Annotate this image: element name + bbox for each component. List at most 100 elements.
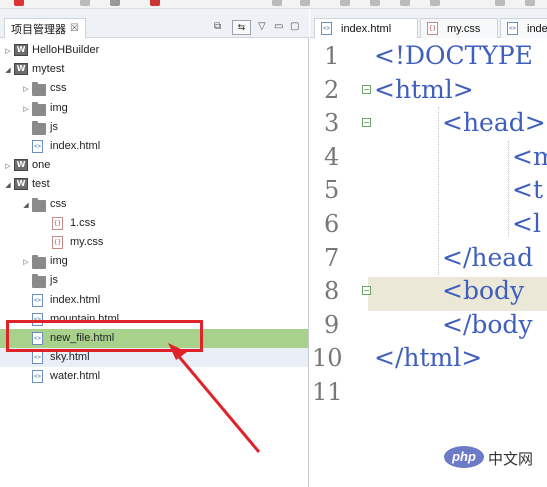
tree-item-label: water.html <box>50 370 101 383</box>
explorer-header: 项目管理器 ☒ ⧉ ⇆ ▽ ▭ ▢ <box>0 9 309 38</box>
tree-item-test[interactable]: ◢ Wtest <box>0 175 308 194</box>
tree-item-label: HelloHBuilder <box>32 44 100 56</box>
indent-icon[interactable] <box>400 0 410 6</box>
font-decrease-icon[interactable] <box>525 0 535 6</box>
tab-project-manager[interactable]: 项目管理器 ☒ <box>4 18 86 38</box>
folder-icon <box>32 274 46 289</box>
tree-item-hellohbuilder[interactable]: ▷ W HelloHBuilder <box>0 41 308 60</box>
folder-icon <box>32 197 46 212</box>
editor-tab-inde[interactable]: <> inde <box>500 18 547 38</box>
project-icon: W <box>14 178 28 191</box>
tree-item-index-html[interactable]: <> index.html <box>0 291 308 310</box>
minimize-icon[interactable]: ▭ <box>274 21 283 32</box>
php-logo: php <box>444 446 484 468</box>
editor-tab-index-html[interactable]: <> index.html <box>314 18 418 38</box>
project-explorer: 项目管理器 ☒ ⧉ ⇆ ▽ ▭ ▢ ▷ W HelloHBuilder ◢ Wmytes… <box>0 9 309 487</box>
tree-item-index-html[interactable]: <> index.html <box>0 137 308 156</box>
tree-item-css[interactable]: ▷ css <box>0 79 308 98</box>
tree-item-img[interactable]: ▷ img <box>0 99 308 118</box>
html-file-icon: <> <box>507 22 518 35</box>
code-area[interactable]: <!DOCTYPE <html> <head> <m <t <l </head <body </… <box>368 39 547 487</box>
main-toolbar <box>0 0 547 9</box>
maximize-icon[interactable]: ▢ <box>290 21 299 32</box>
collapse-arrow-icon[interactable]: ◢ <box>22 201 30 209</box>
font-increase-icon[interactable] <box>495 0 505 6</box>
tree-item-label: index.html <box>50 293 101 306</box>
save-icon[interactable] <box>80 0 90 6</box>
folder-icon <box>32 120 46 135</box>
code-line: <l <box>512 209 541 238</box>
line-number: 6 <box>324 210 340 238</box>
tree-item-mytest[interactable]: ◢ Wmytest <box>0 60 308 79</box>
css-file-icon: {} <box>52 236 63 249</box>
line-number: 10 <box>312 344 343 373</box>
new-icon[interactable] <box>14 0 24 6</box>
line-number: 5 <box>324 176 340 205</box>
tree-item-label: img <box>50 101 68 114</box>
tree-item-label: css <box>50 197 67 210</box>
tree-item-my-css[interactable]: {} my.css <box>0 233 308 252</box>
collapse-arrow-icon[interactable]: ◢ <box>4 181 12 189</box>
html-file-icon: <> <box>321 22 332 35</box>
html-file-icon: <> <box>32 293 43 307</box>
tree-item-img[interactable]: ▷ img <box>0 252 308 271</box>
watermark-text: 中文网 <box>488 450 534 468</box>
tree-item-label: css <box>50 82 67 95</box>
tree-item-label: mytest <box>32 63 65 76</box>
code-line: </html> <box>374 343 483 373</box>
html-file-icon: <> <box>32 370 43 384</box>
collapse-all-icon[interactable]: ⧉ <box>214 21 221 32</box>
code-line: </head <box>442 242 534 272</box>
tree-item-label: sky.html <box>50 351 90 364</box>
expand-arrow-icon[interactable]: ▷ <box>22 85 30 93</box>
link-editor-button[interactable]: ⇆ <box>232 20 251 35</box>
code-line: <body <box>442 276 525 306</box>
folder-icon <box>32 82 46 97</box>
tree-item-label: img <box>50 255 68 268</box>
code-line: <m <box>512 141 547 171</box>
tree-item-css[interactable]: ◢ css <box>0 195 308 214</box>
tree-item-one[interactable]: ▷ Wone <box>0 156 308 175</box>
code-line: <t <box>512 175 543 205</box>
indent-guide <box>508 141 509 237</box>
editor-tab-label: my.css <box>447 22 481 35</box>
format-icon[interactable] <box>340 0 350 6</box>
tree-item-1-css[interactable]: {} 1.css <box>0 214 308 233</box>
expand-arrow-icon[interactable]: ▷ <box>22 105 30 113</box>
tree-item-js[interactable]: js <box>0 118 308 137</box>
redo-icon[interactable] <box>300 0 310 6</box>
tree-item-label: js <box>50 120 58 133</box>
view-menu-icon[interactable]: ▽ <box>258 21 266 32</box>
folder-icon <box>32 255 46 270</box>
project-icon: W <box>14 44 28 56</box>
outdent-icon[interactable] <box>430 0 440 6</box>
tree-item-label: index.html <box>50 140 101 152</box>
run-icon[interactable] <box>150 0 160 6</box>
close-icon[interactable]: ☒ <box>70 23 79 34</box>
tab-label: 项目管理器 <box>11 22 66 36</box>
expand-arrow-icon[interactable]: ▷ <box>22 258 30 266</box>
code-editor: <> index.html{} my.css <> inde 1 2−3−4 5 6 7 8−9 1… <box>310 9 547 487</box>
tree-item-js[interactable]: js <box>0 271 308 290</box>
save-all-icon[interactable] <box>110 0 120 6</box>
line-number: 7 <box>324 243 340 272</box>
line-number: 11 <box>312 378 343 406</box>
editor-tab-my-css[interactable]: {} my.css <box>420 18 498 38</box>
css-file-icon: {} <box>52 216 63 230</box>
css-file-icon: {} <box>427 22 438 35</box>
line-number: 8 <box>324 277 340 306</box>
line-number: 9 <box>324 310 340 339</box>
expand-arrow-icon[interactable]: ▷ <box>4 47 12 55</box>
code-line: </body <box>442 309 533 339</box>
tree-item-label: 1.css <box>70 216 96 229</box>
html-file-icon: <> <box>32 140 43 153</box>
project-icon: W <box>14 63 28 76</box>
comment-icon[interactable] <box>370 0 380 6</box>
editor-tab-label: index.html <box>341 22 392 35</box>
tree-item-water-html[interactable]: <> water.html <box>0 367 308 386</box>
line-number-gutter: 1 2−3−4 5 6 7 8−9 10 11 <box>310 39 371 487</box>
expand-arrow-icon[interactable]: ▷ <box>4 162 12 170</box>
collapse-arrow-icon[interactable]: ◢ <box>4 66 12 74</box>
highlight-box <box>6 320 203 352</box>
undo-icon[interactable] <box>272 0 282 6</box>
